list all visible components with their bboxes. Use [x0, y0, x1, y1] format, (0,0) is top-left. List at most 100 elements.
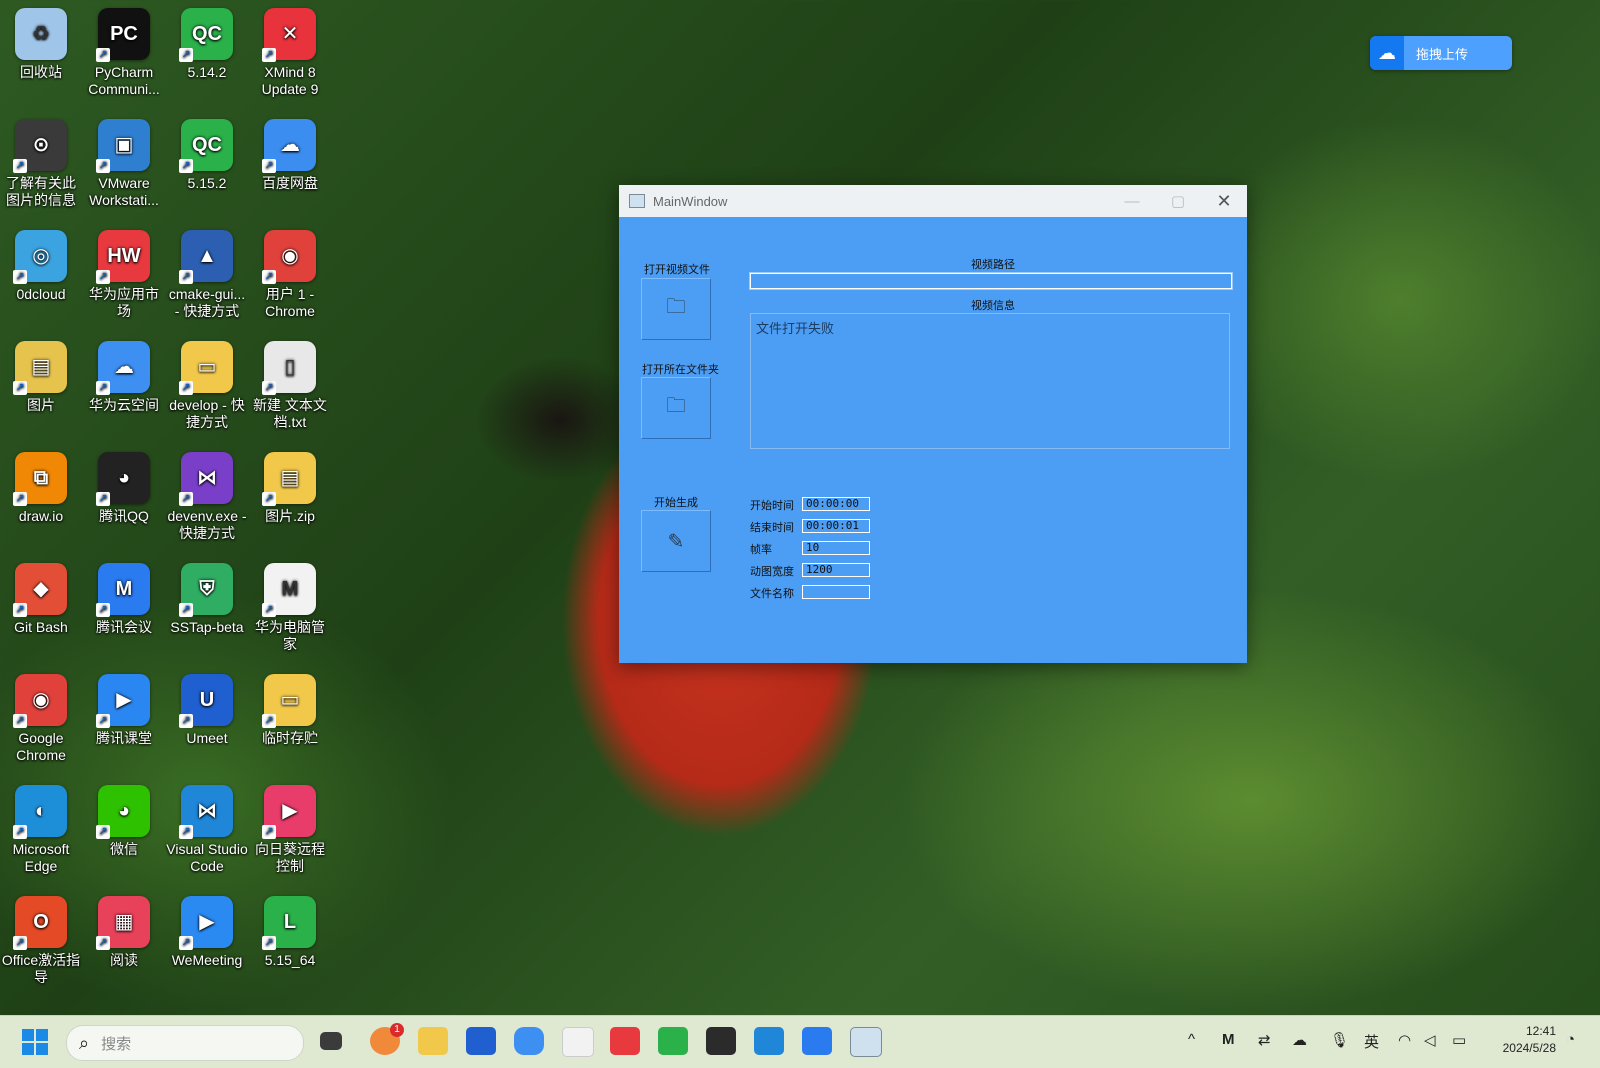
generate-button[interactable]: ✎ [641, 510, 711, 572]
desktop-icon[interactable]: ▤ ↗ 图片.zip [249, 452, 331, 525]
vscode-icon[interactable] [754, 1027, 784, 1055]
huawei-app-icon[interactable] [610, 1027, 640, 1055]
desktop-icon[interactable]: ▶ ↗ WeMeeting [166, 896, 248, 969]
ime-indicator[interactable]: 英 [1364, 1031, 1379, 1052]
desktop-icon[interactable]: ▦ ↗ 阅读 [83, 896, 165, 969]
desktop-app-icon: ☁ ↗ [96, 341, 150, 395]
desktop-icon[interactable]: ▣ ↗ VMware Workstati... [83, 119, 165, 209]
desktop-icon[interactable]: ◆ ↗ Git Bash [0, 563, 82, 636]
shortcut-arrow-icon: ↗ [262, 159, 276, 173]
title-bar[interactable]: MainWindow — ▢ ✕ [619, 185, 1247, 217]
shortcut-arrow-icon: ↗ [96, 48, 110, 62]
shortcut-arrow-icon: ↗ [13, 270, 27, 284]
desktop-icon[interactable]: ▭ ↗ 临时存贮 [249, 674, 331, 747]
desktop-icon[interactable]: ▶ ↗ 腾讯课堂 [83, 674, 165, 747]
desktop-icon-label: 微信 [110, 841, 138, 857]
desktop-icon[interactable]: ◕ ↗ 腾讯QQ [83, 452, 165, 525]
desktop-icon[interactable]: ▤ ↗ 图片 [0, 341, 82, 414]
microphone-icon[interactable]: 🎙 [1330, 1031, 1349, 1049]
start-time-label: 开始时间 [750, 500, 794, 512]
close-button[interactable]: ✕ [1201, 191, 1247, 212]
shortcut-arrow-icon: ↗ [179, 159, 193, 173]
sync-icon[interactable]: ⇄ [1258, 1031, 1271, 1049]
desktop-icon[interactable]: ▶ ↗ 向日葵远程控制 [249, 785, 331, 875]
desktop-icon[interactable]: M ↗ 腾讯会议 [83, 563, 165, 636]
terminal-icon[interactable] [706, 1027, 736, 1055]
shortcut-arrow-icon: ↗ [13, 159, 27, 173]
weather-icon[interactable]: 1 [370, 1023, 404, 1055]
desktop-icon[interactable]: M ↗ 华为电脑管家 [249, 563, 331, 653]
start-button[interactable] [22, 1029, 48, 1055]
desktop-icon-label: 阅读 [110, 952, 138, 968]
desktop-icon[interactable]: ⋈ ↗ Visual Studio Code [166, 785, 248, 875]
open-video-label: 打开视频文件 [644, 264, 710, 276]
desktop-icon[interactable]: ♻ 回收站 [0, 8, 82, 81]
desktop-icon[interactable]: ⧉ ↗ draw.io [0, 452, 82, 525]
open-video-button[interactable]: 🗀 [641, 278, 711, 340]
onedrive-icon[interactable]: ☁ [1292, 1031, 1307, 1049]
shortcut-arrow-icon: ↗ [13, 603, 27, 617]
desktop-icon[interactable]: ▭ ↗ develop - 快捷方式 [166, 341, 248, 431]
desktop-app-icon: U ↗ [179, 674, 233, 728]
desktop-icon[interactable]: O ↗ Office激活指导 [0, 896, 82, 986]
desktop-icon[interactable]: HW ↗ 华为应用市场 [83, 230, 165, 320]
maximize-button[interactable]: ▢ [1155, 192, 1201, 210]
desktop-icon[interactable]: ✕ ↗ XMind 8 Update 9 [249, 8, 331, 98]
qt-creator-icon[interactable] [658, 1027, 688, 1055]
desktop-icon-label: VMware Workstati... [89, 175, 159, 208]
shortcut-arrow-icon: ↗ [262, 603, 276, 617]
desktop-icon[interactable]: QC ↗ 5.14.2 [166, 8, 248, 81]
desktop-icon[interactable]: ◎ ↗ 0dcloud [0, 230, 82, 303]
desktop-icon[interactable]: ◉ ↗ 用户 1 - Chrome [249, 230, 331, 320]
pc-manager-icon[interactable] [562, 1027, 594, 1057]
shortcut-arrow-icon: ↗ [96, 825, 110, 839]
gif-width-field[interactable]: 1200 [802, 563, 870, 577]
desktop-icon[interactable]: ⛨ ↗ SSTap-beta [166, 563, 248, 636]
search-input[interactable]: ⌕ 搜索 [66, 1025, 304, 1061]
desktop-icon[interactable]: ⋈ ↗ devenv.exe - 快捷方式 [166, 452, 248, 542]
pc-manager-tray-icon[interactable]: M [1222, 1031, 1235, 1048]
file-explorer-icon[interactable] [418, 1027, 448, 1055]
desktop-icon[interactable]: ▲ ↗ cmake-gui... - 快捷方式 [166, 230, 248, 320]
volume-icon[interactable]: ◁ [1424, 1031, 1436, 1049]
chevron-up-icon[interactable]: ^ [1188, 1031, 1195, 1048]
desktop-app-icon: QC ↗ [179, 119, 233, 173]
task-view-icon[interactable] [320, 1032, 342, 1050]
desktop-icon-label: Umeet [186, 730, 228, 746]
end-time-label: 结束时间 [750, 522, 794, 534]
end-time-field[interactable]: 00:00:01 [802, 519, 870, 533]
desktop-icon[interactable]: L ↗ 5.15_64 [249, 896, 331, 969]
desktop-icon[interactable]: ☁ ↗ 百度网盘 [249, 119, 331, 192]
generate-label: 开始生成 [654, 497, 698, 509]
desktop-icon[interactable]: ◉ ↗ Google Chrome [0, 674, 82, 764]
desktop-icon[interactable]: ◕ ↗ 微信 [83, 785, 165, 858]
video-info-box[interactable]: 文件打开失败 [750, 313, 1230, 449]
desktop-icon[interactable]: ◐ ↗ Microsoft Edge [0, 785, 82, 875]
video-path-field[interactable] [749, 272, 1233, 290]
battery-icon[interactable]: ▭ [1452, 1031, 1466, 1049]
desktop-app-icon: ▲ ↗ [179, 230, 233, 284]
desktop-icon[interactable]: ☁ ↗ 华为云空间 [83, 341, 165, 414]
minimize-button[interactable]: — [1109, 193, 1155, 210]
desktop-icon[interactable]: QC ↗ 5.15.2 [166, 119, 248, 192]
shortcut-arrow-icon: ↗ [179, 492, 193, 506]
desktop-icon[interactable]: ▯ ↗ 新建 文本文档.txt [249, 341, 331, 431]
tencent-meeting-icon[interactable] [802, 1027, 832, 1055]
shortcut-arrow-icon: ↗ [96, 936, 110, 950]
clock[interactable]: 12:41 2024/5/28 [1486, 1023, 1556, 1057]
desktop-icon[interactable]: ⊙ ↗ 了解有关此图片的信息 [0, 119, 82, 209]
microsoft-store-icon[interactable] [466, 1027, 496, 1055]
desktop-app-icon: L ↗ [262, 896, 316, 950]
notification-bell-icon[interactable]: ◔ [1566, 1031, 1575, 1048]
start-time-field[interactable]: 00:00:00 [802, 497, 870, 511]
desktop-icon[interactable]: U ↗ Umeet [166, 674, 248, 747]
wifi-icon[interactable]: ◠ [1398, 1031, 1411, 1049]
file-name-field[interactable] [802, 585, 870, 599]
huawei-cloud-icon[interactable] [514, 1027, 544, 1055]
desktop-icon-label: 5.15.2 [187, 175, 227, 191]
drag-upload-widget[interactable]: ☁ 拖拽上传 [1370, 36, 1512, 70]
mainwindow-app-icon[interactable] [850, 1027, 882, 1057]
open-folder-button[interactable]: 🗀 [641, 377, 711, 439]
fps-field[interactable]: 10 [802, 541, 870, 555]
desktop-icon[interactable]: PC ↗ PyCharm Communi... [83, 8, 165, 98]
